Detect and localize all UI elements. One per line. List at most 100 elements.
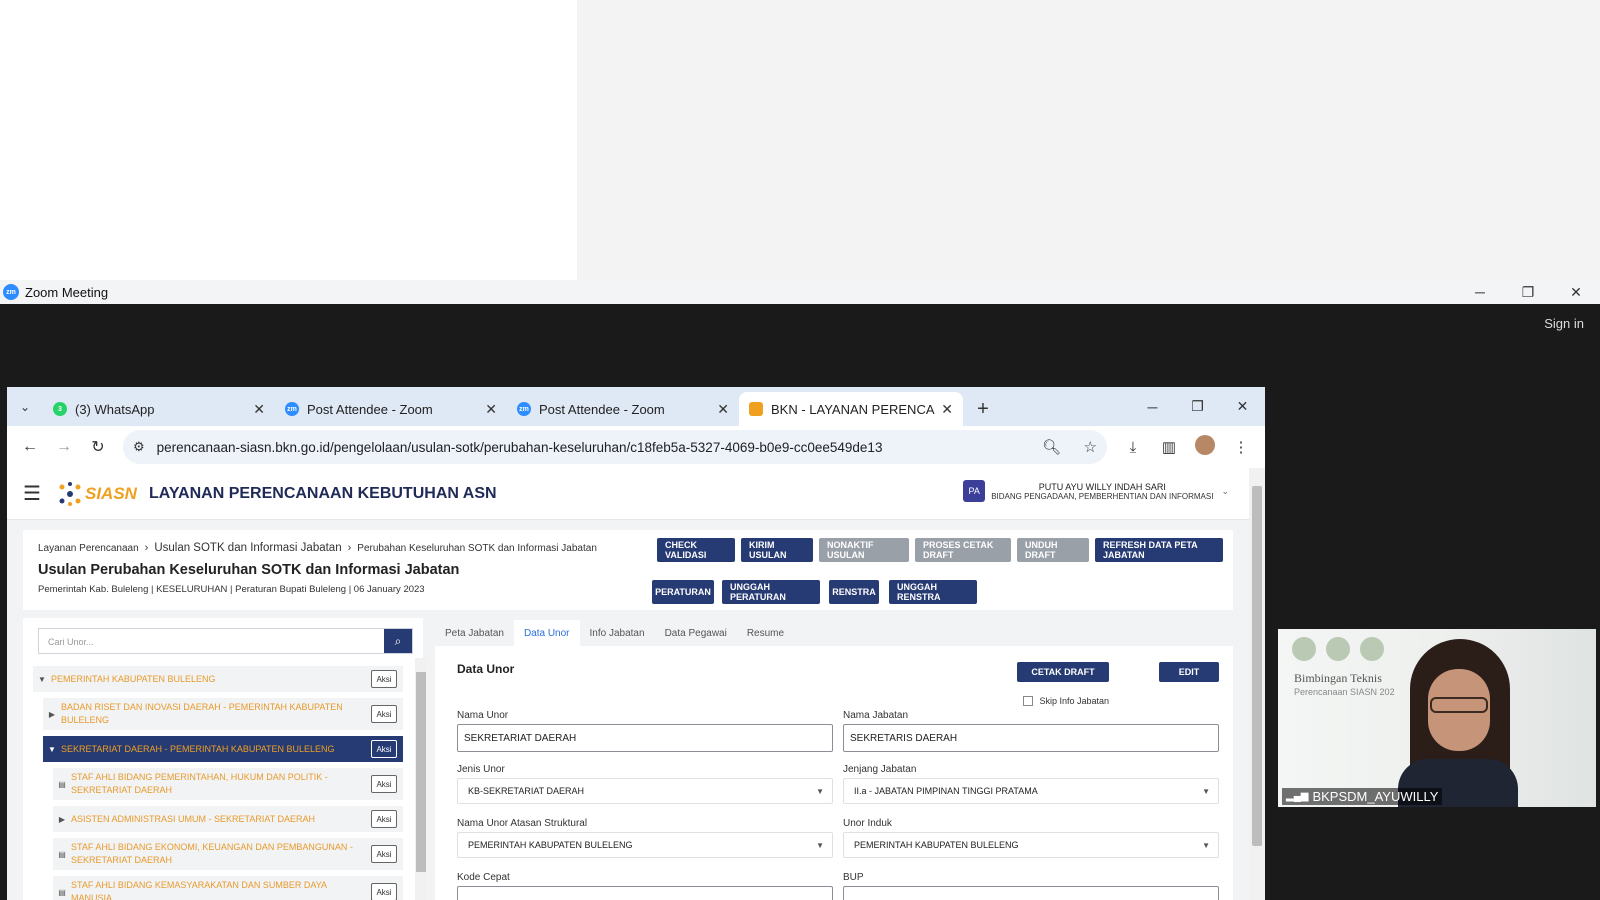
tab-close-icon[interactable]: ✕ <box>941 401 953 418</box>
tree-item[interactable]: ▼ PEMERINTAH KABUPATEN BULELENG Aksi <box>33 666 403 692</box>
edit-button[interactable]: EDIT <box>1159 662 1219 682</box>
kirim-usulan-button[interactable]: KIRIM USULAN <box>741 538 813 562</box>
siasn-logo-text: SIASN <box>85 483 137 503</box>
participant-video-tile[interactable]: Bimbingan Teknis Perencanaan SIASN 202 ▂… <box>1278 629 1596 807</box>
tab-peta-jabatan[interactable]: Peta Jabatan <box>435 620 514 646</box>
kode-cepat-label: Kode Cepat <box>457 872 510 883</box>
renstra-button[interactable]: RENSTRA <box>829 580 879 604</box>
refresh-peta-jabatan-button[interactable]: REFRESH DATA PETA JABATAN <box>1095 538 1223 562</box>
menu-kebab-icon[interactable]: ⋮ <box>1223 438 1259 456</box>
tree-scrollbar[interactable] <box>415 658 427 900</box>
tab-close-icon[interactable]: ✕ <box>717 401 729 418</box>
tree-item-label[interactable]: SEKRETARIAT DAERAH - PEMERINTAH KABUPATE… <box>61 740 335 759</box>
skip-info-checkbox[interactable] <box>1023 696 1034 706</box>
minimize-icon[interactable]: ─ <box>1130 399 1175 415</box>
proses-cetak-draft-button[interactable]: PROSES CETAK DRAFT <box>915 538 1011 562</box>
bup-field[interactable] <box>843 886 1219 900</box>
sign-in-link[interactable]: Sign in <box>1544 316 1584 331</box>
cetak-draft-button[interactable]: CETAK DRAFT <box>1017 662 1109 682</box>
zoom-magnifier-icon[interactable]: 🔍︎ <box>1042 439 1061 456</box>
tree-scroll-thumb[interactable] <box>416 672 426 872</box>
download-icon[interactable]: ⤓ <box>1115 439 1151 456</box>
nama-unor-field[interactable]: SEKRETARIAT DAERAH <box>457 724 833 752</box>
aksi-button[interactable]: Aksi <box>371 883 397 900</box>
zoom-icon: zm <box>285 402 299 416</box>
chevron-down-icon[interactable]: ⌄ <box>1221 486 1229 497</box>
page-scrollbar[interactable] <box>1249 468 1265 900</box>
aksi-button[interactable]: Aksi <box>371 810 397 828</box>
tree-item[interactable]: ▤ STAF AHLI BIDANG KEMASYARAKATAN DAN SU… <box>53 876 403 900</box>
tree-item-label[interactable]: BADAN RISET DAN INOVASI DAERAH - PEMERIN… <box>61 698 367 730</box>
close-icon[interactable]: ✕ <box>1552 280 1600 304</box>
browser-tab-whatsapp[interactable]: 3 (3) WhatsApp ✕ <box>43 392 275 426</box>
caret-down-icon[interactable]: ▼ <box>43 745 61 754</box>
restore-icon[interactable]: ❐ <box>1175 398 1220 415</box>
jenis-unor-select[interactable]: KB-SEKRETARIAT DAERAH ▼ <box>457 778 833 804</box>
aksi-button[interactable]: Aksi <box>371 740 397 758</box>
browser-tab-zoom-2[interactable]: zm Post Attendee - Zoom ✕ <box>507 392 739 426</box>
back-icon[interactable]: ← <box>13 432 47 462</box>
close-icon[interactable]: ✕ <box>1220 398 1265 415</box>
document-icon: ▤ <box>58 887 66 897</box>
zoom-icon: zm <box>517 402 531 416</box>
aksi-button[interactable]: Aksi <box>371 670 397 688</box>
hamburger-menu-icon[interactable]: ☰ <box>23 481 47 506</box>
page-scroll-thumb[interactable] <box>1252 486 1262 846</box>
tree-item[interactable]: ▤ STAF AHLI BIDANG PEMERINTAHAN, HUKUM D… <box>53 768 403 800</box>
new-tab-icon[interactable]: + <box>963 392 1003 426</box>
unggah-peraturan-button[interactable]: UNGGAH PERATURAN <box>722 580 820 604</box>
unggah-renstra-button[interactable]: UNGGAH RENSTRA <box>889 580 977 604</box>
unor-atasan-select[interactable]: PEMERINTAH KABUPATEN BULELENG ▼ <box>457 832 833 858</box>
tree-item[interactable]: ▤ STAF AHLI BIDANG EKONOMI, KEUANGAN DAN… <box>53 838 403 870</box>
tree-item-label[interactable]: STAF AHLI BIDANG PEMERINTAHAN, HUKUM DAN… <box>71 768 367 800</box>
aksi-button[interactable]: Aksi <box>371 845 397 863</box>
caret-right-icon[interactable]: ▶ <box>43 710 61 719</box>
minimize-icon[interactable]: ─ <box>1456 280 1504 304</box>
url-text[interactable]: perencanaan-siasn.bkn.go.id/pengelolaan/… <box>157 440 1024 455</box>
browser-tab-bkn[interactable]: BKN - LAYANAN PERENCANAA ✕ <box>739 392 963 426</box>
check-validasi-button[interactable]: CHECK VALIDASI <box>657 538 735 562</box>
address-bar[interactable]: ⚙ perencanaan-siasn.bkn.go.id/pengelolaa… <box>123 430 1107 464</box>
tree-item[interactable]: ▶ ASISTEN ADMINISTRASI UMUM - SEKRETARIA… <box>53 806 403 832</box>
tree-item-label[interactable]: STAF AHLI BIDANG KEMASYARAKATAN DAN SUMB… <box>71 876 367 900</box>
tab-close-icon[interactable]: ✕ <box>485 401 497 418</box>
caret-down-icon[interactable]: ▼ <box>33 675 51 684</box>
bookmark-star-icon[interactable]: ☆ <box>1084 439 1097 456</box>
tab-resume[interactable]: Resume <box>737 620 794 646</box>
tab-data-unor[interactable]: Data Unor <box>513 620 580 646</box>
tree-item[interactable]: ▶ BADAN RISET DAN INOVASI DAERAH - PEMER… <box>43 698 403 730</box>
peraturan-button[interactable]: PERATURAN <box>652 580 714 604</box>
unor-search-input[interactable]: Cari Unor... <box>39 629 384 653</box>
profile-avatar[interactable] <box>1187 435 1223 459</box>
side-panel-icon[interactable]: ▥ <box>1151 438 1187 456</box>
jenjang-jabatan-select[interactable]: II.a - JABATAN PIMPINAN TINGGI PRATAMA ▼ <box>843 778 1219 804</box>
tab-search-icon[interactable]: ⌄ <box>7 387 43 426</box>
forward-icon[interactable]: → <box>47 432 81 462</box>
reload-icon[interactable]: ↻ <box>81 432 115 462</box>
kode-cepat-field[interactable] <box>457 886 833 900</box>
browser-tab-zoom-1[interactable]: zm Post Attendee - Zoom ✕ <box>275 392 507 426</box>
tree-item-label[interactable]: PEMERINTAH KABUPATEN BULELENG <box>51 670 216 689</box>
restore-icon[interactable]: ❐ <box>1504 280 1552 304</box>
unduh-draft-button[interactable]: UNDUH DRAFT <box>1017 538 1089 562</box>
user-menu[interactable]: PA PUTU AYU WILLY INDAH SARI BIDANG PENG… <box>963 480 1229 502</box>
nonaktif-usulan-button[interactable]: NONAKTIF USULAN <box>819 538 909 562</box>
caret-right-icon[interactable]: ▶ <box>53 815 71 824</box>
site-info-icon[interactable]: ⚙ <box>133 439 145 455</box>
breadcrumb-item[interactable]: Layanan Perencanaan <box>38 543 139 554</box>
aksi-button[interactable]: Aksi <box>371 775 397 793</box>
aksi-button[interactable]: Aksi <box>371 705 397 723</box>
tab-close-icon[interactable]: ✕ <box>253 401 265 418</box>
search-icon[interactable]: ⌕ <box>384 629 412 653</box>
tree-item-label[interactable]: ASISTEN ADMINISTRASI UMUM - SEKRETARIAT … <box>71 810 315 829</box>
participant-name-label: ▂▄▆ BKPSDM_AYUWILLY <box>1282 788 1443 805</box>
unor-induk-select[interactable]: PEMERINTAH KABUPATEN BULELENG ▼ <box>843 832 1219 858</box>
tab-info-jabatan[interactable]: Info Jabatan <box>580 620 655 646</box>
tree-item-label[interactable]: STAF AHLI BIDANG EKONOMI, KEUANGAN DAN P… <box>71 838 367 870</box>
breadcrumb-item[interactable]: Usulan SOTK dan Informasi Jabatan <box>154 542 341 554</box>
jenis-unor-value: KB-SEKRETARIAT DAERAH <box>468 786 585 796</box>
nama-jabatan-field[interactable]: SEKRETARIS DAERAH <box>843 724 1219 752</box>
tab-data-pegawai[interactable]: Data Pegawai <box>655 620 737 646</box>
skip-info-jabatan[interactable]: Skip Info Jabatan <box>1023 696 1109 706</box>
tree-item-selected[interactable]: ▼ SEKRETARIAT DAERAH - PEMERINTAH KABUPA… <box>43 736 403 762</box>
